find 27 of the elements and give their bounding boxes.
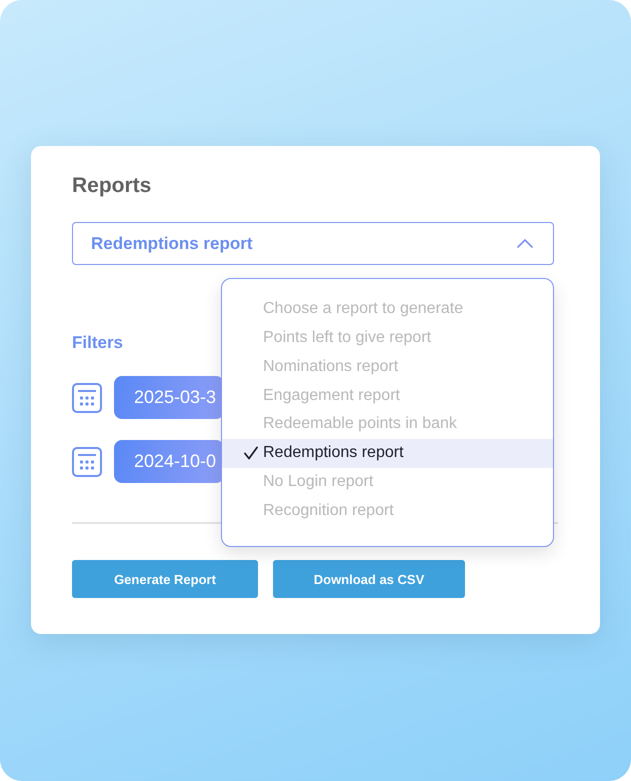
filters-label: Filters xyxy=(72,332,124,354)
option-label: Redemptions report xyxy=(263,444,404,462)
select-value: Redemptions report xyxy=(91,234,253,254)
dropdown-option[interactable]: Choose a report to generate xyxy=(222,295,553,324)
dropdown-option[interactable]: Nominations report xyxy=(222,352,553,382)
option-label: Recognition report xyxy=(263,502,394,520)
dropdown-option[interactable]: No Login report xyxy=(222,468,553,496)
option-label: Engagement report xyxy=(263,386,400,405)
card-title: Reports xyxy=(72,174,152,198)
calendar-icon[interactable] xyxy=(72,382,102,412)
option-label: Points left to give report xyxy=(263,329,432,348)
date-field[interactable]: 2025-03-3 xyxy=(114,376,224,419)
option-label: No Login report xyxy=(263,472,374,491)
dropdown-option[interactable]: Engagement report xyxy=(222,381,553,410)
dropdown-option[interactable]: Recognition report xyxy=(222,496,553,525)
option-label: Choose a report to generate xyxy=(263,300,464,318)
calendar-icon[interactable] xyxy=(72,446,102,476)
dropdown-option[interactable]: Redemptions report xyxy=(222,438,553,468)
check-icon xyxy=(244,446,258,460)
date-field[interactable]: 2024-10-0 xyxy=(114,440,224,483)
option-label: Nominations report xyxy=(263,358,398,376)
report-select[interactable]: Redemptions report xyxy=(72,222,554,265)
generate-button[interactable]: Generate Report xyxy=(72,560,258,598)
dropdown-option[interactable]: Points left to give report xyxy=(222,324,553,352)
option-label: Redeemable points in bank xyxy=(263,415,457,434)
dropdown-option[interactable]: Redeemable points in bank xyxy=(222,410,553,439)
download-button[interactable]: Download as CSV xyxy=(273,560,465,598)
